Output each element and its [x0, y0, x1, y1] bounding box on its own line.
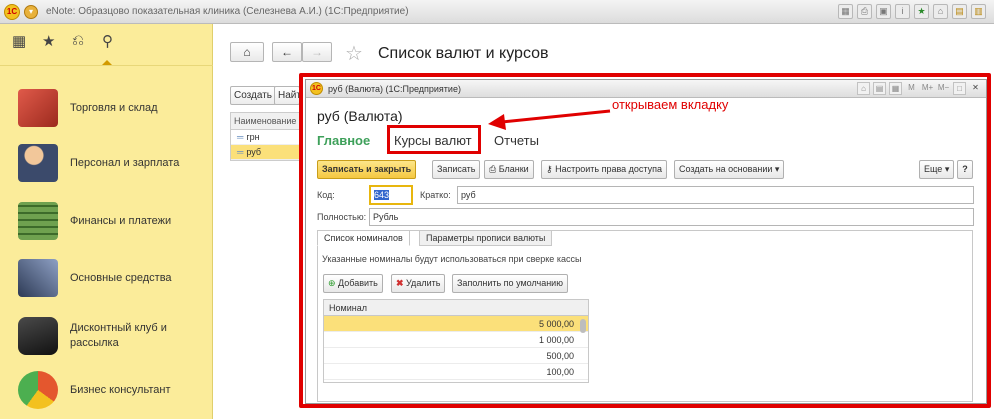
window-titlebar: 1С ▾ eNote: Образцово показательная клин…	[0, 0, 994, 24]
sidebar-toolbar: ▦ ★ ⎌ ⚲	[0, 24, 213, 66]
back-button[interactable]: ←	[272, 42, 302, 62]
sidebar-item-label: Торговля и склад	[70, 101, 158, 114]
save-icon[interactable]: ▣	[876, 4, 891, 19]
sidebar-item-label: Финансы и платежи	[70, 214, 172, 227]
star-icon[interactable]: ★	[42, 32, 55, 50]
history-icon[interactable]: ⎌	[72, 32, 84, 49]
info-icon[interactable]: i	[895, 4, 910, 19]
collapse-caret-icon[interactable]	[102, 60, 112, 65]
calendar-icon[interactable]: ▦	[838, 4, 853, 19]
forward-button[interactable]: →	[302, 42, 332, 62]
sidebar-item-discount-club[interactable]: Дисконтный клуб и рассылка	[18, 313, 208, 359]
sidebar-item-assets[interactable]: Основные средства	[18, 255, 208, 301]
titlebar-icons: ▦ ⎙ ▣ i ★ ⌂ ▤ ▥	[838, 4, 986, 19]
chart-icon	[18, 371, 58, 409]
sidebar-item-label: Персонал и зарплата	[70, 156, 180, 169]
calculator-icon[interactable]: ▤	[952, 4, 967, 19]
wallet-icon	[18, 317, 58, 355]
1c-logo-icon: 1С	[4, 4, 20, 20]
sidebar-item-label: Бизнес консультант	[70, 383, 171, 396]
people-icon	[18, 144, 58, 182]
favorites-icon[interactable]: ★	[914, 4, 929, 19]
main-menu-icon[interactable]: ▾	[24, 5, 38, 19]
home-icon[interactable]: ⌂	[933, 4, 948, 19]
page-title: Список валют и курсов	[378, 45, 549, 62]
currency-list: Наименование ═ грн ═ руб	[230, 112, 300, 161]
window-title: eNote: Образцово показательная клиника (…	[46, 6, 409, 17]
list-item[interactable]: ═ руб	[231, 145, 299, 160]
money-icon	[18, 202, 58, 240]
find-button[interactable]: Найти	[274, 86, 300, 105]
sidebar-item-finance[interactable]: Финансы и платежи	[18, 198, 208, 244]
sidebar-item-staff[interactable]: Персонал и зарплата	[18, 140, 208, 186]
list-item[interactable]: ═ грн	[231, 130, 299, 145]
search-icon[interactable]: ⚲	[102, 32, 113, 50]
create-button[interactable]: Создать	[230, 86, 277, 105]
warehouse-icon	[18, 89, 58, 127]
home-button[interactable]: ⌂	[230, 42, 264, 62]
list-column-header: Наименование	[231, 113, 299, 130]
highlight-frame	[299, 73, 991, 408]
sidebar-item-trade[interactable]: Торговля и склад	[18, 85, 208, 131]
annotation-arrow-icon	[488, 109, 611, 130]
apps-grid-icon[interactable]: ▦	[12, 32, 26, 50]
sections-sidebar: ▦ ★ ⎌ ⚲ Торговля и склад Персонал и зарп…	[0, 24, 213, 419]
annotation-text: открываем вкладку	[612, 97, 729, 112]
sidebar-item-consultant[interactable]: Бизнес консультант	[18, 367, 208, 413]
favorite-star-icon[interactable]: ☆	[345, 41, 363, 66]
tools-icon	[18, 259, 58, 297]
notes-icon[interactable]: ▥	[971, 4, 986, 19]
sidebar-item-label: Дисконтный клуб и рассылка	[70, 322, 167, 349]
sidebar-item-label: Основные средства	[70, 271, 172, 284]
print-icon[interactable]: ⎙	[857, 4, 872, 19]
